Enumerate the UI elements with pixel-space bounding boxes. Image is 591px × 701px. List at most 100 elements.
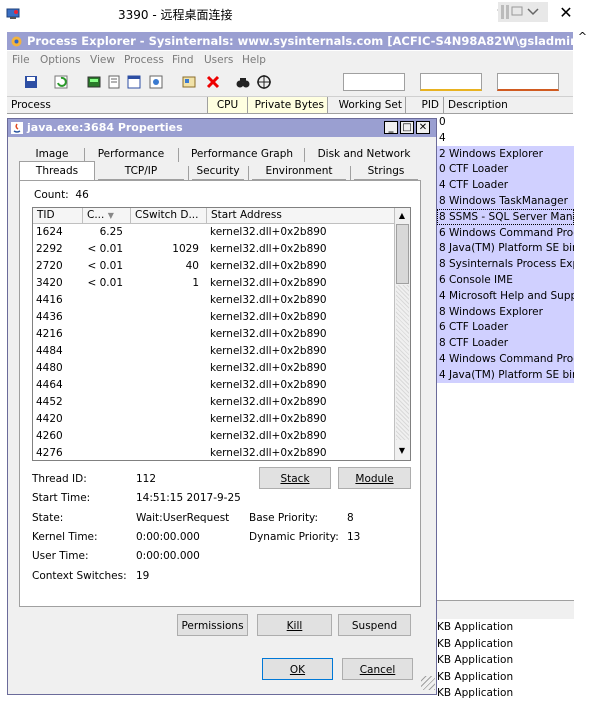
properties-icon[interactable] (181, 74, 197, 90)
process-description-row[interactable]: 8 CTF Loader (437, 335, 574, 352)
module-button[interactable]: Module (338, 467, 411, 489)
menu-view[interactable]: View (90, 54, 115, 66)
tab-separator (178, 148, 179, 162)
dialog-minimize-button[interactable]: _ (384, 121, 398, 134)
kill-process-icon[interactable] (205, 74, 221, 90)
cell-tid: 4216 (36, 328, 63, 340)
lower-pane-row[interactable]: KB Application (437, 652, 574, 668)
scroll-up-icon[interactable]: ^ (574, 30, 591, 43)
cell-cswitch (131, 360, 199, 377)
menu-file[interactable]: File (12, 54, 30, 66)
process-description-row[interactable]: 4 Windows Command Proce (437, 351, 574, 367)
start-time-label: Start Time: (32, 492, 91, 504)
column-process[interactable]: Process (7, 97, 208, 113)
grid-col-cswitch[interactable]: CSwitch D... (131, 208, 207, 223)
process-description-row[interactable]: 6 Console IME (437, 272, 574, 288)
tab-tcpip[interactable]: TCP/IP (98, 163, 184, 180)
tab-disk-and-network[interactable]: Disk and Network (312, 146, 416, 163)
column-cpu[interactable]: CPU (208, 97, 248, 113)
menu-find[interactable]: Find (172, 54, 194, 66)
dialog-close-button[interactable]: ✕ (416, 121, 430, 134)
grid-col-tid[interactable]: TID (33, 208, 83, 223)
tab-security[interactable]: Security (192, 163, 244, 180)
process-tree-icon[interactable] (106, 74, 122, 90)
find-icon[interactable] (235, 74, 251, 90)
cell-cpu (83, 428, 123, 445)
sort-down-icon: ▼ (107, 211, 114, 220)
process-description-row[interactable]: 0 (437, 114, 574, 130)
column-working-set[interactable]: Working Set (328, 97, 406, 113)
ok-button-label: OK (289, 664, 306, 676)
process-description-row[interactable]: 4 Microsoft Help and Suppor (437, 287, 574, 304)
permissions-button[interactable]: Permissions (177, 614, 248, 636)
find-window-icon[interactable] (256, 74, 272, 90)
scroll-up-arrow-icon[interactable]: ▲ (395, 209, 409, 222)
cell-cpu (83, 394, 123, 411)
process-description-row[interactable]: 8 Windows TaskManager (437, 193, 574, 209)
count-label: Count: (34, 189, 69, 201)
menu-users[interactable]: Users (204, 54, 233, 66)
permissions-button-label: Permissions (181, 620, 244, 632)
process-description-row[interactable]: 8 Sysinternals Process Explo (437, 256, 574, 273)
process-description-row[interactable]: 2 Windows Explorer (437, 145, 574, 162)
process-description-row[interactable]: 4 CTF Loader (437, 177, 574, 194)
menu-process[interactable]: Process (124, 54, 164, 66)
stack-button[interactable]: Stack (259, 467, 331, 489)
ok-button[interactable]: OK (262, 658, 333, 680)
system-info-icon[interactable] (86, 74, 102, 90)
tab-separator (188, 166, 189, 180)
tab-performance[interactable]: Performance (88, 146, 174, 163)
cell-cswitch (131, 343, 199, 360)
save-icon[interactable] (23, 74, 39, 90)
process-description-row[interactable]: 6 Windows Command Proce (437, 224, 574, 241)
tab-strings[interactable]: Strings (354, 163, 418, 180)
lower-pane-icon[interactable] (126, 74, 142, 90)
cell-cpu (83, 309, 123, 326)
process-description-row[interactable]: 8 SSMS - SQL Server Mana (437, 208, 574, 225)
grid-col-cpu[interactable]: C... ▼ (83, 208, 131, 223)
column-description[interactable]: Description (444, 97, 573, 113)
menu-options[interactable]: Options (40, 54, 81, 66)
lower-pane-row[interactable]: KB Application (437, 685, 574, 701)
tab-separator (84, 148, 85, 162)
io-graph (497, 73, 559, 91)
grid-col-start-address[interactable]: Start Address (207, 208, 394, 223)
process-description-row[interactable]: 4 Java(TM) Platform SE bina (437, 366, 574, 383)
suspend-button[interactable]: Suspend (338, 614, 411, 636)
refresh-icon[interactable] (53, 74, 69, 90)
resize-grip-icon[interactable] (421, 676, 435, 690)
tab-performance-graph[interactable]: Performance Graph (184, 146, 300, 163)
column-pid[interactable]: PID (406, 97, 444, 113)
lower-pane-row[interactable]: KB Application (437, 636, 574, 652)
process-description-row[interactable]: 0 CTF Loader (437, 161, 574, 178)
process-description-row[interactable]: 4 (437, 130, 574, 146)
grid-scroll-thumb[interactable] (396, 224, 409, 284)
column-private-bytes[interactable]: Private Bytes (248, 97, 328, 113)
tab-environment[interactable]: Environment (252, 163, 346, 180)
process-description-row[interactable]: 8 Java(TM) Platform SE bina (437, 240, 574, 257)
cell-cswitch: 1029 (172, 243, 199, 255)
cell-cswitch: 1 (192, 277, 199, 289)
lower-pane-row[interactable]: KB Application (437, 669, 574, 685)
lower-pane-row[interactable]: KB Application (437, 619, 574, 635)
kernel-time-value: 0:00:00.000 (136, 531, 200, 543)
grid-scroll-track[interactable] (396, 285, 409, 440)
close-button[interactable]: ✕ (556, 3, 576, 22)
cell-tid: 4276 (36, 447, 63, 459)
kill-button[interactable]: Kill (257, 614, 332, 636)
cell-cswitch (131, 428, 199, 445)
cell-tid: 4480 (36, 362, 63, 374)
process-description-row[interactable]: 6 CTF Loader (437, 319, 574, 336)
tab-threads[interactable]: Threads (20, 163, 94, 180)
scroll-down-arrow-icon[interactable]: ▼ (395, 444, 409, 457)
connection-bar-icon[interactable] (498, 2, 548, 22)
process-explorer-icon (11, 36, 22, 47)
cancel-button[interactable]: Cancel (342, 658, 413, 680)
cell-cpu (83, 326, 123, 343)
menu-help[interactable]: Help (242, 54, 266, 66)
rdp-scrollbar[interactable] (574, 30, 591, 695)
dialog-maximize-button[interactable]: □ (400, 121, 414, 134)
dll-view-icon[interactable] (148, 74, 164, 90)
process-description-row[interactable]: 8 Windows Explorer (437, 303, 574, 320)
cell-tid: 4452 (36, 396, 63, 408)
